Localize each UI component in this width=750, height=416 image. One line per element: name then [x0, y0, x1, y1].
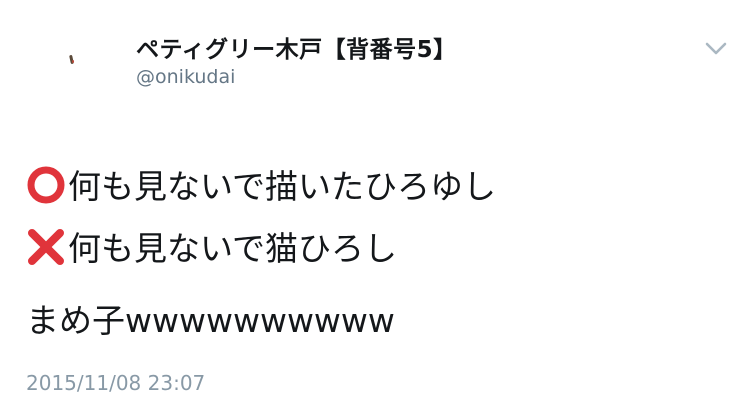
tweet-text-line-1: 何も見ないで描いたひろゆし [68, 167, 497, 206]
screen-name[interactable]: @onikudai [136, 66, 235, 88]
tweet-text-line-3: まめ子wwwwwwwwww [26, 301, 395, 340]
timestamp[interactable]: 2015/11/08 23:07 [26, 371, 205, 395]
tweet-text-line: 何も見ないで猫ひろし [26, 222, 397, 270]
heavy-large-circle-icon [26, 165, 66, 205]
avatar-figure-detail [72, 60, 74, 63]
display-name[interactable]: ペティグリー木戸【背番号5】 [136, 30, 457, 64]
tweet-card: ペティグリー木戸【背番号5】 @onikudai 何も見ないで描いたひろゆし 何… [0, 0, 750, 416]
avatar[interactable] [22, 22, 118, 98]
chevron-down-icon[interactable] [703, 38, 729, 58]
cross-mark-icon [26, 227, 66, 267]
tweet-text-line: 何も見ないで描いたひろゆし [26, 160, 496, 208]
tweet-text-line: まめ子wwwwwwwwww [26, 294, 395, 342]
tweet-text-line-2: 何も見ないで猫ひろし [68, 229, 398, 268]
